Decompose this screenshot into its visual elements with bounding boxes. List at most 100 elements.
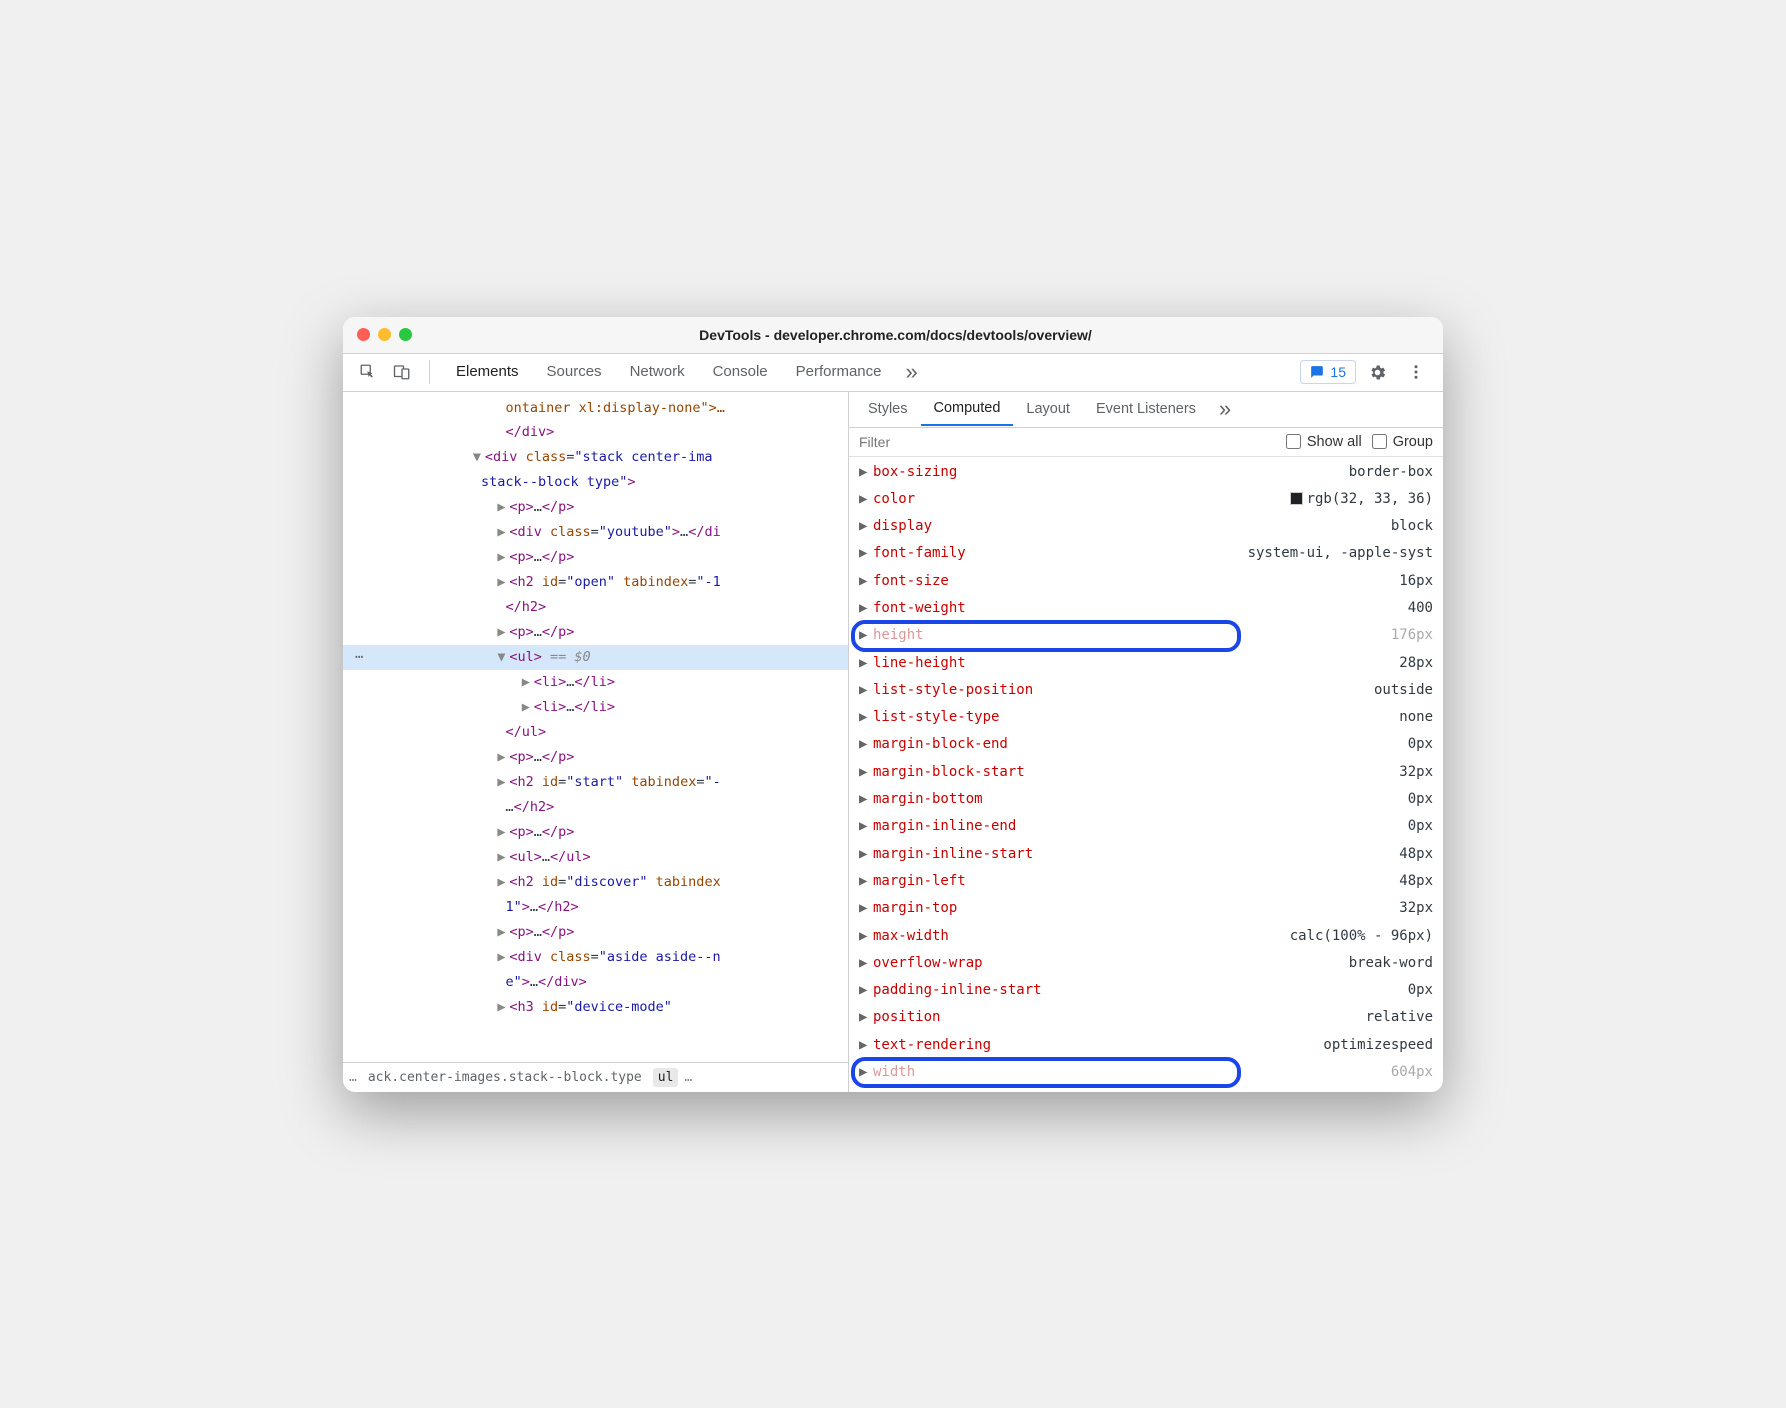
expand-icon[interactable]: ▶ <box>859 540 871 567</box>
show-all-checkbox[interactable]: Show all <box>1286 434 1362 450</box>
computed-row-list-style-position[interactable]: ▶list-style-positionoutside <box>849 677 1443 704</box>
device-mode-icon[interactable] <box>387 357 417 387</box>
dom-node[interactable]: ▶<h2 id="start" tabindex="- <box>343 770 848 795</box>
computed-row-color[interactable]: ▶colorrgb(32, 33, 36) <box>849 486 1443 513</box>
dom-node[interactable]: ▶<p>…</p> <box>343 495 848 520</box>
kebab-menu-icon[interactable] <box>1399 357 1433 387</box>
computed-row-width[interactable]: ▶width604px <box>849 1059 1443 1086</box>
computed-row-margin-top[interactable]: ▶margin-top32px <box>849 895 1443 922</box>
dom-node[interactable]: ▶<ul>…</ul> <box>343 845 848 870</box>
tab-elements[interactable]: Elements <box>442 355 533 389</box>
expand-icon[interactable]: ▶ <box>859 977 871 1004</box>
dom-node[interactable]: ▶<li>…</li> <box>343 670 848 695</box>
tab-network[interactable]: Network <box>616 355 699 389</box>
dom-node[interactable]: ▶<div class="youtube">…</di <box>343 520 848 545</box>
tab-computed[interactable]: Computed <box>921 392 1014 426</box>
tab-performance[interactable]: Performance <box>782 355 896 389</box>
computed-row-font-family[interactable]: ▶font-familysystem-ui, -apple-syst <box>849 540 1443 567</box>
dom-node[interactable]: ▶<h2 id="open" tabindex="-1 <box>343 570 848 595</box>
computed-row-box-sizing[interactable]: ▶box-sizingborder-box <box>849 459 1443 486</box>
computed-row-line-height[interactable]: ▶line-height28px <box>849 650 1443 677</box>
expand-icon[interactable]: ▶ <box>859 650 871 677</box>
dom-node[interactable]: 1">…</h2> <box>343 895 848 920</box>
tab-event-listeners[interactable]: Event Listeners <box>1083 393 1209 425</box>
expand-icon[interactable]: ▶ <box>859 950 871 977</box>
dom-node[interactable]: ▶<p>…</p> <box>343 545 848 570</box>
expand-icon[interactable]: ▶ <box>859 1004 871 1031</box>
dom-node[interactable]: ▶<p>…</p> <box>343 920 848 945</box>
expand-icon[interactable]: ▶ <box>859 786 871 813</box>
expand-icon[interactable]: ▶ <box>859 622 871 649</box>
dom-node-selected[interactable]: ▼<ul> == $0 <box>343 645 848 670</box>
dom-node[interactable]: ▼<div class="stack center-ima <box>343 445 848 470</box>
computed-row-margin-bottom[interactable]: ▶margin-bottom0px <box>849 786 1443 813</box>
computed-row-margin-block-start[interactable]: ▶margin-block-start32px <box>849 759 1443 786</box>
dom-node[interactable]: ▶<h2 id="discover" tabindex <box>343 870 848 895</box>
expand-icon[interactable]: ▶ <box>859 759 871 786</box>
dom-node[interactable]: </div> <box>343 420 848 445</box>
crumb-path[interactable]: ack.center-images.stack--block.type <box>363 1068 647 1087</box>
dom-node[interactable]: e">…</div> <box>343 970 848 995</box>
computed-row-margin-inline-end[interactable]: ▶margin-inline-end0px <box>849 813 1443 840</box>
computed-row-text-rendering[interactable]: ▶text-renderingoptimizespeed <box>849 1032 1443 1059</box>
expand-icon[interactable]: ▶ <box>859 731 871 758</box>
expand-icon[interactable]: ▶ <box>859 1059 871 1086</box>
dom-node[interactable]: </ul> <box>343 720 848 745</box>
computed-row-margin-block-end[interactable]: ▶margin-block-end0px <box>849 731 1443 758</box>
gear-icon[interactable] <box>1360 357 1395 388</box>
zoom-icon[interactable] <box>399 328 412 341</box>
expand-icon[interactable]: ▶ <box>859 895 871 922</box>
tab-sources[interactable]: Sources <box>533 355 616 389</box>
close-icon[interactable] <box>357 328 370 341</box>
computed-list[interactable]: ▶box-sizingborder-box▶colorrgb(32, 33, 3… <box>849 457 1443 1092</box>
expand-icon[interactable]: ▶ <box>859 459 871 486</box>
computed-row-position[interactable]: ▶positionrelative <box>849 1004 1443 1031</box>
tab-styles[interactable]: Styles <box>855 393 921 425</box>
expand-icon[interactable]: ▶ <box>859 868 871 895</box>
group-checkbox[interactable]: Group <box>1372 434 1433 450</box>
dom-node[interactable]: ▶<p>…</p> <box>343 820 848 845</box>
dom-tree[interactable]: ontainer xl:display-none">… </div> ▼<div… <box>343 392 848 1062</box>
computed-row-display[interactable]: ▶displayblock <box>849 513 1443 540</box>
more-tabs-icon[interactable]: » <box>896 355 928 389</box>
tab-console[interactable]: Console <box>699 355 782 389</box>
dom-node[interactable]: ▶<div class="aside aside--n <box>343 945 848 970</box>
tab-layout[interactable]: Layout <box>1013 393 1083 425</box>
computed-row-list-style-type[interactable]: ▶list-style-typenone <box>849 704 1443 731</box>
expand-icon[interactable]: ▶ <box>859 1032 871 1059</box>
expand-icon[interactable]: ▶ <box>859 486 871 513</box>
expand-icon[interactable]: ▶ <box>859 568 871 595</box>
crumb-selected[interactable]: ul <box>653 1068 679 1087</box>
dom-node[interactable]: </h2> <box>343 595 848 620</box>
dom-node[interactable]: ▶<li>…</li> <box>343 695 848 720</box>
computed-row-margin-inline-start[interactable]: ▶margin-inline-start48px <box>849 841 1443 868</box>
computed-row-overflow-wrap[interactable]: ▶overflow-wrapbreak-word <box>849 950 1443 977</box>
computed-row-font-size[interactable]: ▶font-size16px <box>849 568 1443 595</box>
expand-icon[interactable]: ▶ <box>859 677 871 704</box>
crumb-ellipsis[interactable]: … <box>349 1070 357 1085</box>
dom-node[interactable]: ▶<p>…</p> <box>343 620 848 645</box>
computed-row-max-width[interactable]: ▶max-widthcalc(100% - 96px) <box>849 923 1443 950</box>
computed-row-margin-left[interactable]: ▶margin-left48px <box>849 868 1443 895</box>
computed-row-font-weight[interactable]: ▶font-weight400 <box>849 595 1443 622</box>
expand-icon[interactable]: ▶ <box>859 595 871 622</box>
dom-node[interactable]: …</h2> <box>343 795 848 820</box>
expand-icon[interactable]: ▶ <box>859 813 871 840</box>
computed-row-padding-inline-start[interactable]: ▶padding-inline-start0px <box>849 977 1443 1004</box>
crumb-ellipsis[interactable]: … <box>684 1070 692 1085</box>
expand-icon[interactable]: ▶ <box>859 704 871 731</box>
dom-node[interactable]: stack--block type"> <box>343 470 848 495</box>
inspect-icon[interactable] <box>353 357 383 387</box>
dom-node[interactable]: ▶<h3 id="device-mode" <box>343 995 848 1020</box>
expand-icon[interactable]: ▶ <box>859 841 871 868</box>
computed-row-height[interactable]: ▶height176px <box>849 622 1443 649</box>
minimize-icon[interactable] <box>378 328 391 341</box>
expand-icon[interactable]: ▶ <box>859 923 871 950</box>
dom-node[interactable]: ▶<p>…</p> <box>343 745 848 770</box>
breadcrumbs[interactable]: … ack.center-images.stack--block.type ul… <box>343 1062 848 1092</box>
more-tabs-icon[interactable]: » <box>1209 392 1241 426</box>
issues-badge[interactable]: 15 <box>1300 360 1356 384</box>
filter-input[interactable] <box>859 434 1276 450</box>
dom-node[interactable]: ontainer xl:display-none">… <box>343 396 848 421</box>
expand-icon[interactable]: ▶ <box>859 513 871 540</box>
